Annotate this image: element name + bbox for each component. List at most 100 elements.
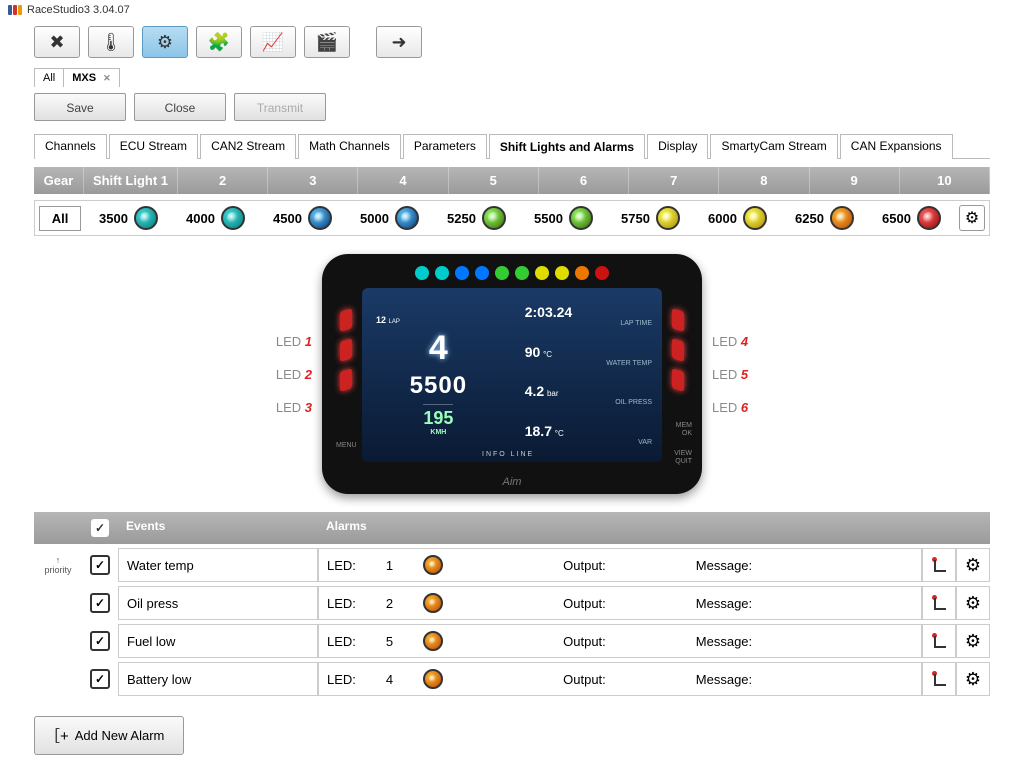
dash-device: 12 LAP 4 5500 195KMH 2:03.24LAP TIME 90 … (322, 254, 702, 494)
action-bar: Save Close Transmit (0, 87, 1024, 127)
alarm-config[interactable]: LED:4 Output: Message: (318, 662, 922, 696)
alarm-event[interactable]: Oil press (118, 586, 318, 620)
dash-led-5 (672, 338, 684, 361)
route-icon (930, 670, 948, 688)
shift-led-7[interactable] (656, 206, 680, 230)
tab-close-icon[interactable]: ✕ (103, 73, 111, 83)
led-5-label: 5 (741, 367, 748, 382)
dash-menu-label: MENU (336, 442, 357, 450)
dash-led-1 (340, 308, 352, 331)
alarm-route-button[interactable] (922, 548, 956, 582)
alarm-settings-button[interactable]: ⚙ (956, 586, 990, 620)
alarm-table-header: ✓ Events Alarms (34, 512, 990, 544)
route-icon (930, 556, 948, 574)
tab-can2-stream[interactable]: CAN2 Stream (200, 134, 296, 159)
shift-led-3[interactable] (308, 206, 332, 230)
shift-light-settings-button[interactable]: ⚙ (959, 205, 985, 231)
tool-puzzle-button[interactable]: 🧩 (196, 26, 242, 58)
tab-math-channels[interactable]: Math Channels (298, 134, 401, 159)
alarm-settings-button[interactable]: ⚙ (956, 662, 990, 696)
tool-config-button[interactable]: ⚙ (142, 26, 188, 58)
tool-clapper-button[interactable]: 🎬 (304, 26, 350, 58)
col-gear: Gear (34, 167, 84, 194)
alarm-event[interactable]: Battery low (118, 662, 318, 696)
close-button[interactable]: Close (134, 93, 226, 121)
alarm-check-all[interactable]: ✓ (82, 512, 118, 544)
alarm-settings-button[interactable]: ⚙ (956, 548, 990, 582)
config-tabs: Channels ECU Stream CAN2 Stream Math Cha… (34, 133, 990, 159)
alarm-row: ✓ Oil press LED:2 Output: Message: ⚙ (34, 586, 990, 620)
alarm-event[interactable]: Fuel low (118, 624, 318, 658)
led-labels-left: LED 1 LED 2 LED 3 (276, 334, 312, 415)
main-toolbar: ✖ 🌡 ⚙ 🧩 📈 🎬 ➜ (0, 20, 1024, 64)
alarm-led-icon (423, 593, 443, 613)
alarm-row: ↑priority ✓ Water temp LED:1 Output: Mes… (34, 548, 990, 582)
tool-chart-button[interactable]: 📈 (250, 26, 296, 58)
alarm-config[interactable]: LED:2 Output: Message: (318, 586, 922, 620)
dash-led-3 (340, 368, 352, 391)
alarm-checkbox[interactable]: ✓ (90, 631, 110, 651)
dash-gear: 4 (429, 329, 448, 368)
shift-led-6[interactable] (569, 206, 593, 230)
col-events: Events (118, 512, 318, 544)
alarm-config[interactable]: LED:1 Output: Message: (318, 548, 922, 582)
alarm-event[interactable]: Water temp (118, 548, 318, 582)
alarm-led-icon (423, 669, 443, 689)
tool-export-button[interactable]: ➜ (376, 26, 422, 58)
dash-led-6 (672, 368, 684, 391)
tab-mxs[interactable]: MXS ✕ (63, 68, 119, 87)
add-new-alarm-button[interactable]: ［+ Add New Alarm (34, 716, 184, 755)
tab-shift-lights-alarms[interactable]: Shift Lights and Alarms (489, 134, 645, 159)
shift-led-5[interactable] (482, 206, 506, 230)
dash-mem-label: MEMOK (676, 422, 692, 438)
col-sl1: Shift Light 1 (84, 167, 178, 194)
col-alarms: Alarms (318, 512, 910, 544)
led-3-label: 3 (305, 400, 312, 415)
gear-all-button[interactable]: All (39, 206, 81, 231)
tool-wrench-button[interactable]: ✖ (34, 26, 80, 58)
plus-icon: ［+ (45, 725, 69, 746)
tab-smartycam-stream[interactable]: SmartyCam Stream (710, 134, 837, 159)
app-logo-icon (8, 5, 22, 15)
shift-led-2[interactable] (221, 206, 245, 230)
alarm-checkbox[interactable]: ✓ (90, 555, 110, 575)
alarm-settings-button[interactable]: ⚙ (956, 624, 990, 658)
shift-light-header: Gear Shift Light 1 2 3 4 5 6 7 8 9 10 (34, 167, 990, 194)
route-icon (930, 594, 948, 612)
shift-led-4[interactable] (395, 206, 419, 230)
title-bar: RaceStudio3 3.04.07 (0, 0, 1024, 20)
shift-led-8[interactable] (743, 206, 767, 230)
shift-led-1[interactable] (134, 206, 158, 230)
alarm-route-button[interactable] (922, 662, 956, 696)
tab-ecu-stream[interactable]: ECU Stream (109, 134, 198, 159)
dash-view-label: VIEWQUIT (674, 450, 692, 466)
project-tabs: All MXS ✕ (0, 68, 1024, 87)
dash-preview: LED 1 LED 2 LED 3 12 LAP 4 5500 195KMH 2… (192, 254, 832, 494)
tab-can-expansions[interactable]: CAN Expansions (840, 134, 953, 159)
route-icon (930, 632, 948, 650)
save-button[interactable]: Save (34, 93, 126, 121)
alarm-route-button[interactable] (922, 624, 956, 658)
led-2-label: 2 (305, 367, 312, 382)
alarm-checkbox[interactable]: ✓ (90, 669, 110, 689)
dash-screen: 12 LAP 4 5500 195KMH 2:03.24LAP TIME 90 … (362, 288, 662, 462)
tab-channels[interactable]: Channels (34, 134, 107, 159)
led-1-label: 1 (305, 334, 312, 349)
led-6-label: 6 (741, 400, 748, 415)
tool-temp-button[interactable]: 🌡 (88, 26, 134, 58)
alarm-route-button[interactable] (922, 586, 956, 620)
led-4-label: 4 (741, 334, 748, 349)
shift-led-10[interactable] (917, 206, 941, 230)
shift-light-row: All 3500 4000 4500 5000 5250 5500 5750 6… (34, 200, 990, 236)
tab-parameters[interactable]: Parameters (403, 134, 487, 159)
app-title: RaceStudio3 3.04.07 (27, 4, 130, 16)
alarm-config[interactable]: LED:5 Output: Message: (318, 624, 922, 658)
tab-all[interactable]: All (34, 68, 64, 87)
transmit-button[interactable]: Transmit (234, 93, 326, 121)
shift-led-9[interactable] (830, 206, 854, 230)
tab-display[interactable]: Display (647, 134, 708, 159)
alarm-checkbox[interactable]: ✓ (90, 593, 110, 613)
dash-top-leds (334, 266, 690, 280)
dash-brand: Aim (503, 476, 522, 488)
dash-rpm: 5500 (410, 372, 467, 400)
